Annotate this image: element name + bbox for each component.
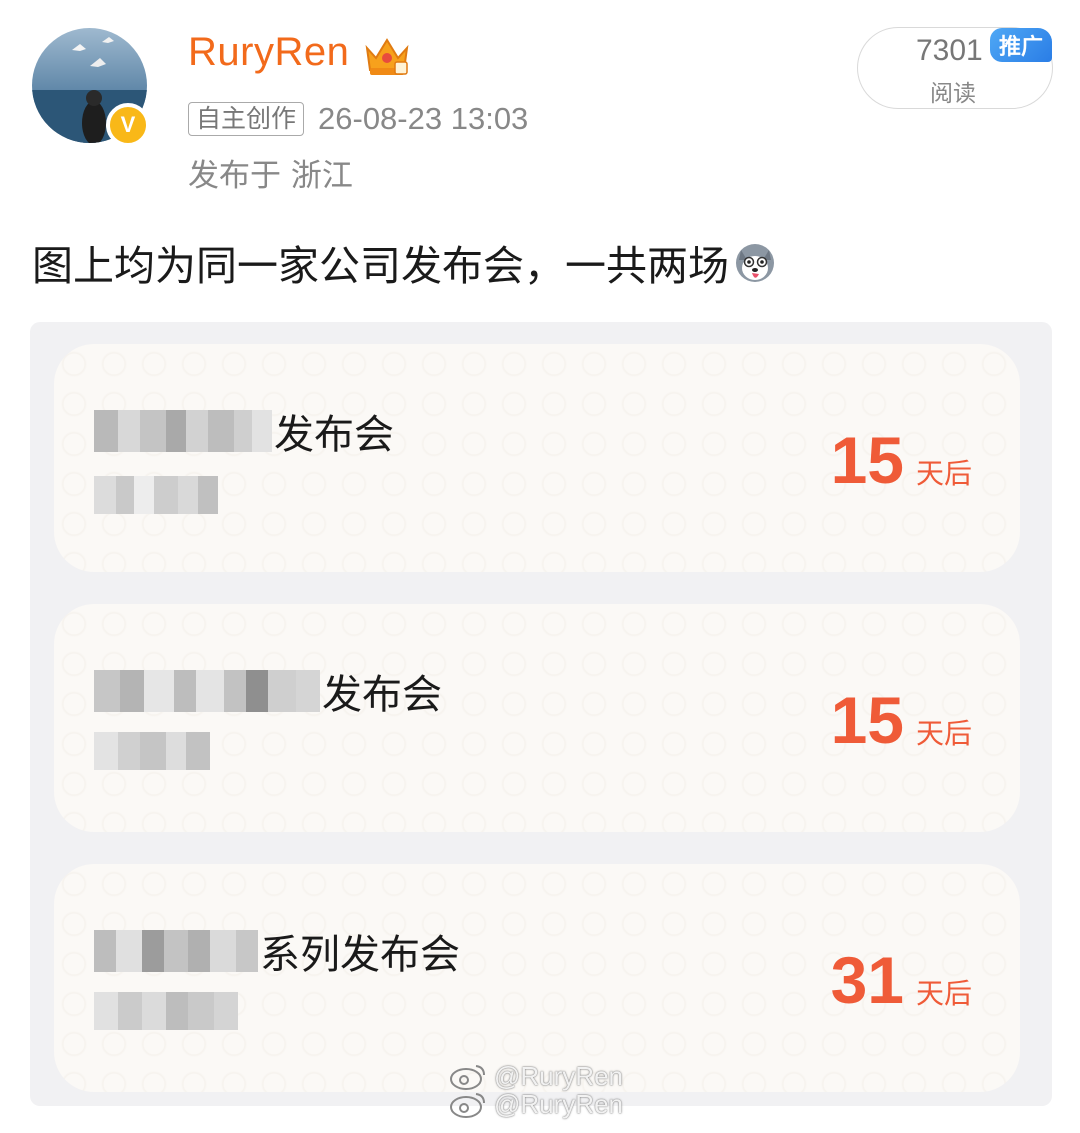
event-countdown: 31 天后: [831, 942, 972, 1018]
countdown-days: 31: [830, 943, 904, 1017]
event-card[interactable]: 系列发布会 31 天后: [54, 864, 1020, 1092]
husky-emoji-icon: [736, 244, 774, 282]
event-card[interactable]: 发布会 15 天后: [54, 344, 1020, 572]
event-title-suffix: 系列发布会: [260, 932, 460, 978]
redacted-event-subtitle: [94, 732, 210, 770]
read-count: 7301: [916, 34, 983, 67]
weibo-logo-icon: [450, 1093, 485, 1118]
countdown-unit: 天后: [915, 977, 972, 1010]
countdown-unit: 天后: [915, 717, 972, 750]
event-title-suffix: 发布会: [274, 412, 394, 458]
watermark-handle: @RuryRen: [494, 1089, 623, 1119]
redacted-event-name: [94, 410, 272, 452]
original-content-tag: 自主创作: [188, 102, 305, 136]
post-text: 图上均为同一家公司发布会，一共两场: [32, 232, 777, 292]
author-name[interactable]: RuryRen: [188, 30, 349, 75]
event-countdown: 15 天后: [831, 682, 972, 758]
weibo-watermark: @RuryRen @RuryRen: [448, 1062, 623, 1118]
post-location: 发布于 浙江: [188, 158, 353, 194]
watermark-handle: @RuryRen: [494, 1061, 623, 1091]
event-card[interactable]: 发布会 15 天后: [54, 604, 1020, 832]
event-image-panel[interactable]: 发布会 15 天后 发布会 15 天后 系列发布会 31 天后: [30, 322, 1052, 1106]
promote-badge[interactable]: 推广: [990, 28, 1052, 62]
verified-v-icon: V: [106, 103, 150, 147]
weibo-logo-icon: [450, 1065, 485, 1090]
redacted-event-name: [94, 930, 258, 972]
redacted-event-subtitle: [94, 476, 218, 514]
vip-crown-icon: [365, 38, 409, 75]
countdown-unit: 天后: [915, 457, 972, 490]
post-body: 图上均为同一家公司发布会，一共两场: [32, 242, 729, 290]
redacted-event-subtitle: [94, 992, 238, 1030]
event-countdown: 15 天后: [831, 422, 972, 498]
event-title-suffix: 发布会: [322, 672, 442, 718]
redacted-event-name: [94, 670, 320, 712]
read-label: 阅读: [930, 81, 976, 107]
countdown-days: 15: [830, 423, 904, 497]
post-timestamp: 26-08-23 13:03: [318, 101, 529, 136]
countdown-days: 15: [830, 683, 904, 757]
